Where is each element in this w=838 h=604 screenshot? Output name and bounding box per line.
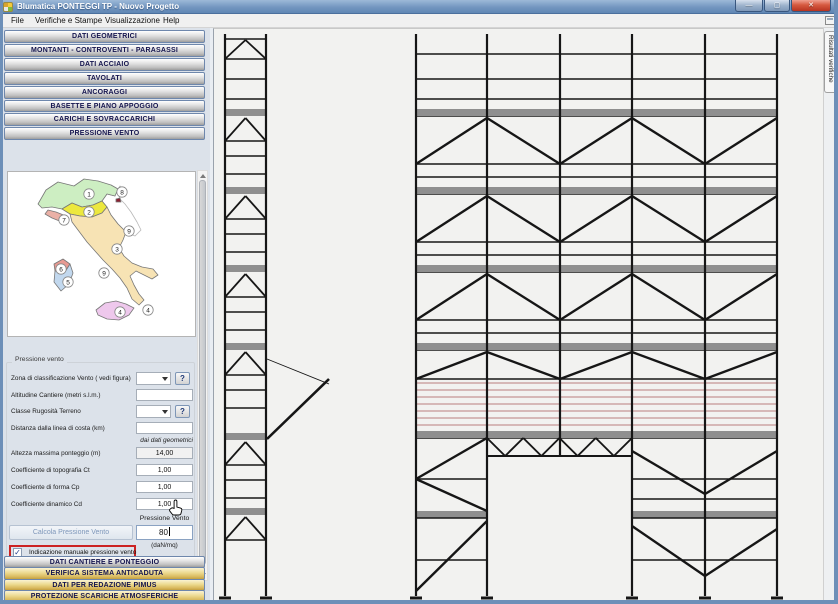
coeff-dinamico-label: Coefficiente dinamico Cd <box>11 501 82 508</box>
menu-bar: File Verifiche e Stampe Visualizzazione … <box>0 14 838 28</box>
section-basette-e-piano-appoggio[interactable]: BASETTE E PIANO APPOGGIO <box>4 100 205 113</box>
section-tavolati[interactable]: TAVOLATI <box>4 72 205 85</box>
dock-panel-icon[interactable] <box>825 16 835 25</box>
distanza-input[interactable] <box>136 422 193 434</box>
classe-rugosita-combobox[interactable] <box>136 405 171 418</box>
italy-map: 1 8 2 7 9 3 9 6 5 4 4 <box>8 172 195 336</box>
section-ancoraggi[interactable]: ANCORAGGI <box>4 86 205 99</box>
scrollbar-up-icon[interactable] <box>200 174 206 178</box>
classe-rugosita-label: Classe Rugosità Terreno <box>11 408 81 415</box>
pressione-vento-label: Pressione Vento <box>136 515 193 522</box>
scrollbar-thumb[interactable] <box>199 180 206 565</box>
close-button[interactable]: ✕ <box>791 0 831 12</box>
map-zone-label-8: 8 <box>120 190 124 197</box>
classe-help-button[interactable]: ? <box>175 405 190 418</box>
map-zone-label-4a: 4 <box>118 310 122 317</box>
section-verifica-sistema-anticaduta[interactable]: VERIFICA SISTEMA ANTICADUTA <box>4 567 205 580</box>
menu-visualizzazione[interactable]: Visualizzazione <box>102 15 163 27</box>
group-title: Pressione vento <box>12 356 67 363</box>
map-zone-label-9a: 9 <box>127 229 131 236</box>
section-dati-acciaio[interactable]: DATI ACCIAIO <box>4 58 205 71</box>
pressione-unit-label: (daN/mq) <box>136 542 193 549</box>
altitudine-label: Altitudine Cantiere (metri s.l.m.) <box>11 392 101 399</box>
calcola-pressione-vento-button[interactable]: Calcola Pressione Vento <box>9 525 133 540</box>
chevron-down-icon <box>162 377 168 381</box>
menu-file[interactable]: File <box>8 15 27 27</box>
menu-verifiche-e-stampe[interactable]: Verifiche e Stampe <box>32 15 105 27</box>
wind-zone-map-panel: 1 8 2 7 9 3 9 6 5 4 4 <box>7 171 196 337</box>
coeff-topografia-input[interactable]: 1,00 <box>136 464 193 476</box>
scaffolding-drawing <box>214 29 823 600</box>
zona-help-button[interactable]: ? <box>175 372 190 385</box>
menu-help[interactable]: Help <box>160 15 182 27</box>
tab-risultati-verifiche[interactable]: Risultati verifiche <box>824 31 837 93</box>
dai-dati-geometrici-note: dai dati geometrici <box>103 437 193 444</box>
coeff-topografia-label: Coefficiente di topografia Ct <box>11 467 90 474</box>
sidebar-scrollbar[interactable] <box>197 170 208 581</box>
altezza-input[interactable]: 14,00 <box>136 447 193 459</box>
altitudine-input[interactable] <box>136 389 193 401</box>
maximize-button[interactable]: ▢ <box>764 0 790 12</box>
app-logo-icon <box>3 2 13 12</box>
map-zone-label-7: 7 <box>62 218 66 225</box>
section-carichi-e-sovraccarichi[interactable]: CARICHI E SOVRACCARICHI <box>4 113 205 126</box>
chevron-down-icon <box>162 410 168 414</box>
zona-combobox[interactable] <box>136 372 171 385</box>
map-zone-label-6: 6 <box>59 267 63 274</box>
minimize-button[interactable]: — <box>735 0 763 12</box>
coeff-forma-label: Coefficiente di forma Cp <box>11 484 79 491</box>
hand-cursor-icon <box>169 499 184 522</box>
right-panel-strip: Risultati verifiche <box>823 28 837 600</box>
section-dati-geometrici[interactable]: DATI GEOMETRICI <box>4 30 205 43</box>
altezza-label: Altezza massima ponteggio (m) <box>11 450 101 457</box>
window-title: Blumatica PONTEGGI TP - Nuovo Progetto <box>17 2 179 11</box>
drawing-canvas[interactable] <box>213 28 823 600</box>
zona-label: Zona di classificazione Vento ( vedi fig… <box>11 375 131 382</box>
pressione-vento-input[interactable]: 80 <box>136 525 193 540</box>
section-protezione-scariche-atmosferiche[interactable]: PROTEZIONE SCARICHE ATMOSFERICHE <box>4 590 205 603</box>
map-zone-label-2: 2 <box>87 210 91 217</box>
app-window: Blumatica PONTEGGI TP - Nuovo Progetto —… <box>0 0 838 604</box>
map-zone-label-9b: 9 <box>102 271 106 278</box>
distanza-label: Distanza dalla linea di costa (km) <box>11 425 105 432</box>
manuale-checkbox-label[interactable]: Indicazione manuale pressione vento <box>29 549 136 556</box>
map-zone-label-4b: 4 <box>146 308 150 315</box>
section-pressione-vento[interactable]: PRESSIONE VENTO <box>4 127 205 140</box>
title-bar: Blumatica PONTEGGI TP - Nuovo Progetto —… <box>0 0 838 14</box>
map-zone-label-1: 1 <box>87 192 91 199</box>
section-montanti-controventi-parasassi[interactable]: MONTANTI - CONTROVENTI - PARASASSI <box>4 44 205 57</box>
pressione-value: 80 <box>159 528 168 537</box>
coeff-forma-input[interactable]: 1,00 <box>136 481 193 493</box>
map-zone-label-5: 5 <box>66 280 70 287</box>
text-caret <box>169 527 170 536</box>
map-zone-label-3: 3 <box>115 247 119 254</box>
coeff-dinamico-input[interactable]: 1,00 <box>136 498 193 510</box>
tab-risultati-verifiche-label: Risultati verifiche <box>827 35 834 83</box>
